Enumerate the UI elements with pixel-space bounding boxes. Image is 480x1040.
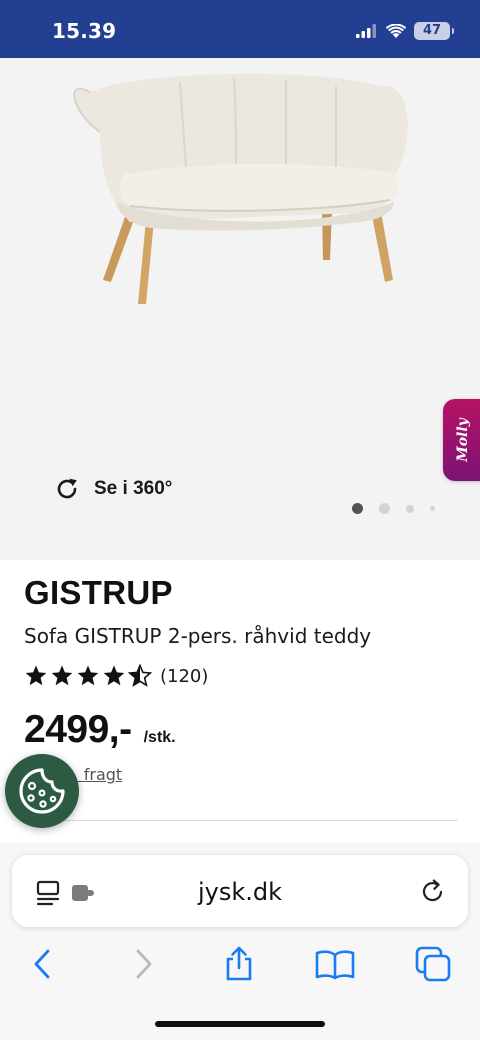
reload-button[interactable] [416, 874, 450, 908]
share-button[interactable] [214, 939, 264, 989]
address-bar[interactable]: jysk.dk [12, 855, 468, 927]
bookmarks-button[interactable] [310, 939, 360, 989]
view-360-button[interactable]: Se i 360° [54, 476, 172, 502]
forward-button[interactable] [118, 939, 168, 989]
product-gallery[interactable]: Se i 360° [0, 58, 480, 560]
signal-icon [356, 24, 376, 38]
pagination-dot[interactable] [430, 506, 435, 511]
view-360-label: Se i 360° [94, 478, 173, 499]
star-full-icon [103, 665, 125, 686]
status-bar: 15.39 47 [0, 0, 480, 58]
price-unit: /stk. [143, 729, 176, 746]
rating[interactable]: (120) [24, 664, 208, 688]
share-icon [226, 946, 252, 981]
star-full-icon [25, 665, 47, 686]
divider [24, 820, 458, 821]
product-subtitle: Sofa GISTRUP 2-pers. råhvid teddy [24, 624, 372, 648]
pagination-dot-active[interactable] [352, 503, 363, 514]
star-full-icon [51, 665, 73, 686]
product-title: GISTRUP [24, 574, 173, 611]
star-full-icon [77, 665, 99, 686]
star-rating [24, 664, 152, 688]
tabs-icon [415, 946, 451, 982]
tabs-button[interactable] [408, 939, 458, 989]
wifi-icon [386, 23, 406, 38]
reload-icon [422, 879, 443, 902]
browser-nav [0, 939, 480, 989]
price-row: 2499,- /stk. [24, 708, 176, 752]
status-time: 15.39 [52, 19, 117, 43]
status-icons: 47 [356, 21, 454, 41]
battery-icon: 47 [414, 22, 454, 40]
star-half-icon [128, 664, 152, 687]
bookmarks-icon [315, 950, 355, 980]
back-button[interactable] [18, 939, 68, 989]
browser-toolbar: jysk.dk [0, 843, 480, 1040]
molly-label: Molly [455, 418, 472, 462]
forward-icon [136, 949, 152, 979]
sofa-product-image [73, 73, 408, 304]
rating-count: (120) [160, 665, 209, 687]
url-text: jysk.dk [197, 878, 283, 906]
pagination-dot[interactable] [406, 504, 414, 513]
molly-chat-tab[interactable]: Molly [443, 399, 480, 481]
home-indicator [155, 1021, 325, 1027]
cookie-settings-button[interactable] [5, 754, 79, 828]
back-icon [34, 949, 50, 979]
pagination-dot[interactable] [379, 503, 390, 514]
cookie-icon [19, 768, 65, 814]
gallery-pagination [352, 503, 435, 514]
product-price: 2499,- [24, 708, 132, 751]
rotate-360-icon [57, 478, 77, 499]
